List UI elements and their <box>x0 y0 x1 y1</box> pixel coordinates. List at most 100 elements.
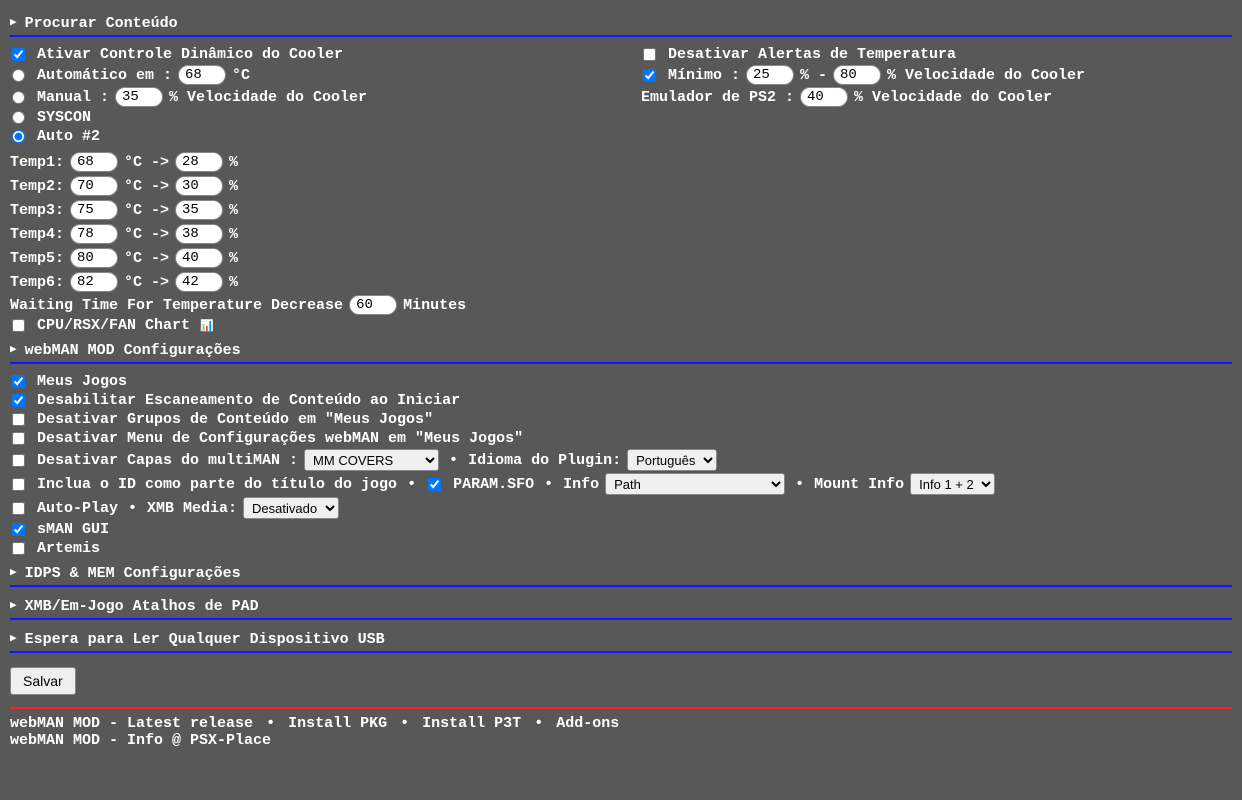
fan-mode-auto-radio[interactable] <box>12 69 25 82</box>
temp-c-input[interactable] <box>70 224 118 244</box>
temp-pct-input[interactable] <box>175 152 223 172</box>
disable-temp-warn-checkbox[interactable] <box>643 48 656 61</box>
fan-mode-syscon-radio[interactable] <box>12 111 25 124</box>
temp-mid: °C -> <box>124 250 169 267</box>
bullet: • <box>534 715 543 732</box>
paramsfo-label: PARAM.SFO <box>453 476 534 493</box>
nocovers-checkbox[interactable] <box>12 454 25 467</box>
section-header-webman[interactable]: ▶ webMAN MOD Configurações <box>10 339 1232 364</box>
fan-chart-label: CPU/RSX/FAN Chart <box>37 317 190 334</box>
temp-row: Temp3:°C ->% <box>10 198 1232 222</box>
min-fan-checkbox[interactable] <box>643 69 656 82</box>
temp-name: Temp1: <box>10 154 64 171</box>
temp-pct-input[interactable] <box>175 248 223 268</box>
covers-select[interactable]: MM COVERS <box>304 449 439 471</box>
language-select[interactable]: Português <box>627 449 717 471</box>
max-fan-input[interactable] <box>833 65 881 85</box>
info-select[interactable]: Path <box>605 473 785 495</box>
disable-temp-warn-label: Desativar Alertas de Temperatura <box>668 46 956 63</box>
fan-mode-manual-radio[interactable] <box>12 91 25 104</box>
bullet: • <box>407 476 416 493</box>
temp-c-input[interactable] <box>70 248 118 268</box>
disclosure-triangle-icon: ▶ <box>10 601 17 612</box>
lang-label: Idioma do Plugin: <box>468 452 621 469</box>
temp-c-input[interactable] <box>70 200 118 220</box>
disclosure-triangle-icon: ▶ <box>10 345 17 356</box>
section-header-idps[interactable]: ▶ IDPS & MEM Configurações <box>10 562 1232 587</box>
footer-install-pkg-link[interactable]: Install PKG <box>288 715 387 732</box>
mountinfo-select[interactable]: Info 1 + 2 <box>910 473 995 495</box>
fan-auto-temp-input[interactable] <box>178 65 226 85</box>
temp-pct-input[interactable] <box>175 200 223 220</box>
divider <box>10 707 1232 709</box>
temp-row: Temp6:°C ->% <box>10 270 1232 294</box>
bullet: • <box>266 715 275 732</box>
noscan-label: Desabilitar Escaneamento de Conteúdo ao … <box>37 392 460 409</box>
sman-checkbox[interactable] <box>12 523 25 536</box>
min-fan-input[interactable] <box>746 65 794 85</box>
section-title: Procurar Conteúdo <box>25 15 178 32</box>
temp-mid: °C -> <box>124 274 169 291</box>
artemis-checkbox[interactable] <box>12 542 25 555</box>
temp-c-input[interactable] <box>70 152 118 172</box>
temp-post: % <box>229 202 238 219</box>
chart-icon[interactable]: 📊 <box>200 319 214 333</box>
section-title: IDPS & MEM Configurações <box>25 565 241 582</box>
temp-c-input[interactable] <box>70 272 118 292</box>
bullet: • <box>128 500 137 517</box>
save-button[interactable]: Salvar <box>10 667 76 695</box>
noscan-checkbox[interactable] <box>12 394 25 407</box>
temp-pct-input[interactable] <box>175 176 223 196</box>
nosetup-checkbox[interactable] <box>12 432 25 445</box>
include-id-checkbox[interactable] <box>12 478 25 491</box>
wait-label-post: Minutes <box>403 297 466 314</box>
nogroups-checkbox[interactable] <box>12 413 25 426</box>
ps2-fan-input[interactable] <box>800 87 848 107</box>
artemis-label: Artemis <box>37 540 100 557</box>
section-header-procurar[interactable]: ▶ Procurar Conteúdo <box>10 12 1232 37</box>
nosetup-label: Desativar Menu de Configurações webMAN e… <box>37 430 523 447</box>
temp-name: Temp4: <box>10 226 64 243</box>
temp-pct-input[interactable] <box>175 224 223 244</box>
section-header-usb[interactable]: ▶ Espera para Ler Qualquer Dispositivo U… <box>10 628 1232 653</box>
fan-manual-speed-input[interactable] <box>115 87 163 107</box>
fan-mode-auto2-radio[interactable] <box>12 130 25 143</box>
include-id-label: Inclua o ID como parte do título do jogo <box>37 476 397 493</box>
footer-addons-link[interactable]: Add-ons <box>556 715 619 732</box>
paramsfo-checkbox[interactable] <box>428 478 441 491</box>
enable-fan-control-checkbox[interactable] <box>12 48 25 61</box>
mygames-checkbox[interactable] <box>12 375 25 388</box>
section-title: webMAN MOD Configurações <box>25 342 241 359</box>
footer-latest-release-link[interactable]: webMAN MOD - Latest release <box>10 715 253 732</box>
bullet: • <box>400 715 409 732</box>
section-title: Espera para Ler Qualquer Dispositivo USB <box>25 631 385 648</box>
disclosure-triangle-icon: ▶ <box>10 568 17 579</box>
temp-post: % <box>229 178 238 195</box>
temp-post: % <box>229 250 238 267</box>
sman-label: sMAN GUI <box>37 521 109 538</box>
ps2-label-post: % Velocidade do Cooler <box>854 89 1052 106</box>
min-label-pre: Mínimo : <box>668 67 740 84</box>
footer-psxplace-link[interactable]: webMAN MOD - Info @ PSX-Place <box>10 732 271 749</box>
temp-name: Temp2: <box>10 178 64 195</box>
section-header-xmb[interactable]: ▶ XMB/Em-Jogo Atalhos de PAD <box>10 595 1232 620</box>
fan-chart-checkbox[interactable] <box>12 319 25 332</box>
wait-label-pre: Waiting Time For Temperature Decrease <box>10 297 343 314</box>
enable-fan-control-label: Ativar Controle Dinâmico do Cooler <box>37 46 343 63</box>
wait-minutes-input[interactable] <box>349 295 397 315</box>
temp-c-input[interactable] <box>70 176 118 196</box>
footer-install-p3t-link[interactable]: Install P3T <box>422 715 521 732</box>
temp-mid: °C -> <box>124 154 169 171</box>
temp-name: Temp6: <box>10 274 64 291</box>
disclosure-triangle-icon: ▶ <box>10 634 17 645</box>
autoplay-checkbox[interactable] <box>12 502 25 515</box>
temp-name: Temp3: <box>10 202 64 219</box>
mygames-label: Meus Jogos <box>37 373 127 390</box>
temp-mid: °C -> <box>124 178 169 195</box>
disclosure-triangle-icon: ▶ <box>10 18 17 29</box>
temp-post: % <box>229 226 238 243</box>
temp-pct-input[interactable] <box>175 272 223 292</box>
xmbmedia-select[interactable]: Desativado <box>243 497 339 519</box>
temp-name: Temp5: <box>10 250 64 267</box>
bullet: • <box>795 476 804 493</box>
